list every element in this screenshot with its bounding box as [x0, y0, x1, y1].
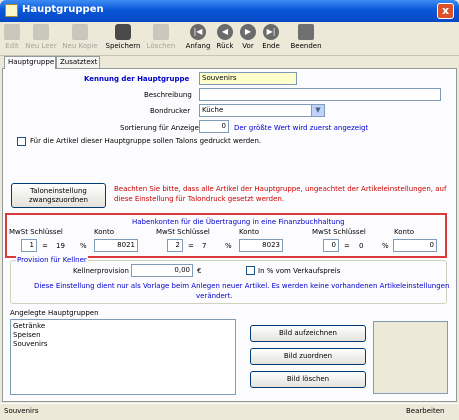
new-copy-button[interactable]: Neu Kopie: [60, 22, 100, 55]
next-record-icon: ▶: [240, 24, 256, 40]
konto-input-3[interactable]: 0: [393, 239, 437, 252]
talons-label: Für die Artikel dieser Hauptgruppe solle…: [30, 137, 262, 145]
list-item[interactable]: Speisen: [13, 331, 233, 340]
copy-icon: [72, 24, 88, 40]
mwst-rate-2: 7: [202, 242, 207, 250]
edit-icon: [4, 24, 20, 40]
edit-button[interactable]: Edit: [2, 22, 22, 55]
beschreibung-input[interactable]: [199, 88, 441, 101]
status-bar: Souvenirs Bearbeiten: [0, 403, 459, 420]
vk-percent-checkbox[interactable]: [246, 266, 255, 275]
new-empty-button[interactable]: Neu Leer: [24, 22, 58, 55]
previous-record-button[interactable]: ◀ Rück: [214, 22, 236, 55]
bondrucker-label: Bondrucker: [150, 107, 191, 115]
talon-note-line-2: diese Einstellung für Talondruck gesetzt…: [114, 195, 285, 203]
konto-label-2: Konto: [239, 228, 259, 236]
kennung-label: Kennung der Hauptgruppe: [84, 75, 190, 83]
kellnerprovision-label: Kellnerprovision: [73, 267, 129, 275]
status-right: Bearbeiten: [406, 407, 445, 415]
list-item[interactable]: Souvenirs: [13, 340, 233, 349]
mwst-label-1: MwSt Schlüssel: [9, 228, 63, 236]
konto-input-2[interactable]: 8023: [239, 239, 283, 252]
taloneinstellung-button[interactable]: Taloneinstellung zwangszuordnen: [11, 183, 106, 208]
vk-percent-label: In % vom Verkaufspreis: [258, 267, 341, 275]
eq-sign-1: =: [42, 242, 48, 250]
close-button[interactable]: x: [437, 3, 454, 19]
new-document-icon: [33, 24, 49, 40]
hauptgruppen-list[interactable]: Getränke Speisen Souvenirs: [10, 319, 236, 395]
delete-icon: [153, 24, 169, 40]
toolbar: Edit Neu Leer Neu Kopie Speichern Lösche…: [0, 22, 459, 56]
first-record-icon: |◀: [190, 24, 206, 40]
previous-record-icon: ◀: [217, 24, 233, 40]
last-record-button[interactable]: ▶| Ende: [260, 22, 282, 55]
kellner-group-label: Provision für Kellner: [16, 256, 88, 264]
sortierung-hint: Der größte Wert wird zuerst angezeigt: [234, 124, 369, 132]
last-record-icon: ▶|: [263, 24, 279, 40]
mwst-key-input-1[interactable]: 1: [21, 239, 37, 252]
mwst-rate-1: 19: [56, 242, 65, 250]
mwst-label-3: MwSt Schlüssel: [312, 228, 366, 236]
save-button[interactable]: Speichern: [103, 22, 143, 55]
sortierung-label: Sortierung für Anzeige: [120, 124, 199, 132]
app-icon: [5, 4, 18, 17]
konto-label-3: Konto: [394, 228, 414, 236]
image-preview: [373, 321, 448, 394]
percent-sign-3: %: [382, 242, 389, 250]
kellner-note-line-1: Diese Einstellung dient nur als Vorlage …: [34, 282, 450, 290]
habenkonten-title: Habenkonten für die Übertragung in eine …: [132, 218, 345, 226]
kennung-input[interactable]: Souvenirs: [199, 72, 297, 85]
tab-zusatztext[interactable]: Zusatztext: [56, 56, 100, 68]
exit-button[interactable]: Beenden: [289, 22, 323, 55]
talon-note-line-1: Beachten Sie bitte, dass alle Artikel de…: [114, 185, 447, 193]
bondrucker-select[interactable]: Küche ▼: [199, 104, 325, 117]
konto-label-1: Konto: [94, 228, 114, 236]
percent-sign-1: %: [80, 242, 87, 250]
window-title: Hauptgruppen: [22, 4, 104, 15]
beschreibung-label: Beschreibung: [144, 91, 192, 99]
mwst-rate-3: 0: [359, 242, 364, 250]
next-record-button[interactable]: ▶ Vor: [238, 22, 258, 55]
sortierung-input[interactable]: 0: [199, 120, 229, 133]
chevron-down-icon[interactable]: ▼: [311, 105, 324, 116]
talons-checkbox[interactable]: [17, 137, 26, 146]
eq-sign-3: =: [344, 242, 350, 250]
bild-loeschen-button[interactable]: Bild löschen: [250, 371, 366, 388]
tab-hauptgruppe[interactable]: Hauptgruppe: [4, 56, 56, 69]
mwst-key-input-3[interactable]: 0: [323, 239, 339, 252]
bild-zuordnen-button[interactable]: Bild zuordnen: [250, 348, 366, 365]
title-bar: Hauptgruppen x: [0, 0, 459, 22]
exit-door-icon: [298, 24, 314, 40]
mwst-key-input-2[interactable]: 2: [167, 239, 183, 252]
bild-aufzeichnen-button[interactable]: Bild aufzeichnen: [250, 325, 366, 342]
list-item[interactable]: Getränke: [13, 322, 233, 331]
status-left: Souvenirs: [4, 407, 39, 415]
angelegte-label: Angelegte Hauptgruppen: [10, 309, 99, 317]
eq-sign-2: =: [188, 242, 194, 250]
mwst-label-2: MwSt Schlüssel: [156, 228, 210, 236]
first-record-button[interactable]: |◀ Anfang: [184, 22, 212, 55]
currency-symbol: €: [197, 267, 202, 275]
delete-button[interactable]: Löschen: [145, 22, 177, 55]
kellnerprovision-input[interactable]: 0,00: [131, 264, 193, 277]
kellner-note-line-2: verändert.: [196, 292, 233, 300]
konto-input-1[interactable]: 8021: [94, 239, 138, 252]
save-icon: [115, 24, 131, 40]
percent-sign-2: %: [225, 242, 232, 250]
